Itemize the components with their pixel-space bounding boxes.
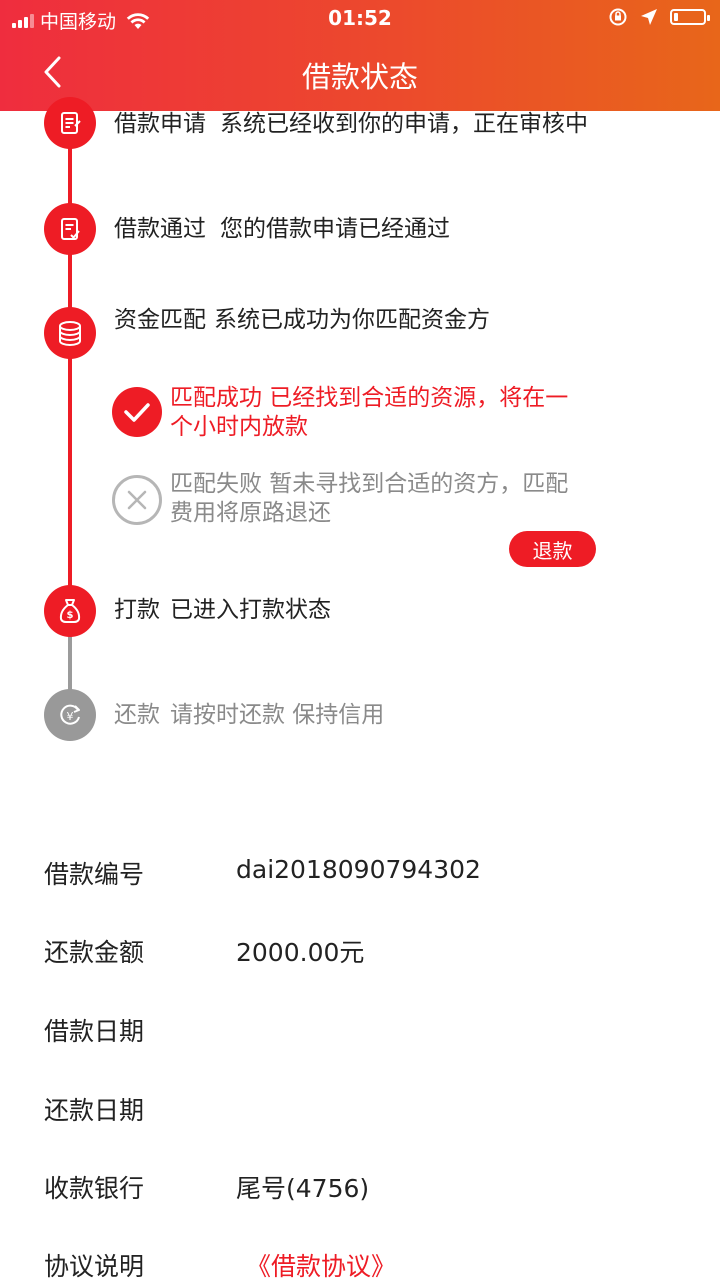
loan-agreement-link[interactable]: 《借款协议》	[246, 1247, 396, 1283]
loan-number-value: dai2018090794302	[236, 855, 481, 884]
receiving-bank-row: 收款银行 尾号(4756)	[0, 1149, 720, 1209]
status-bar: 中国移动 01:52	[0, 0, 720, 36]
status-icons	[608, 7, 710, 27]
loan-number-label: 借款编号	[44, 860, 145, 889]
x-circle-icon	[112, 475, 162, 525]
coins-stack-icon	[44, 307, 96, 359]
step-desc: 请按时还款 保持信用	[170, 702, 385, 728]
step-desc: 系统已成功为你匹配资金方	[214, 307, 490, 333]
receiving-bank-label: 收款银行	[44, 1174, 145, 1203]
timeline-step-repay: 还款 请按时还款 保持信用	[114, 700, 384, 731]
yuan-cycle-icon: ¥	[44, 689, 96, 741]
match-fail-text: 匹配失败 暂未寻找到合适的资方，匹配费用将原路退还	[170, 471, 569, 526]
repay-date-label: 还款日期	[44, 1096, 145, 1125]
page-title: 借款状态	[301, 60, 418, 94]
repay-date-row: 还款日期	[0, 1071, 720, 1131]
loan-progress-timeline: 借款申请 系统已经收到你的申请，正在审核中 借款通过 您的借款申请已经通过 资金匹配…	[0, 97, 720, 771]
timeline-step-disburse: 打款 已进入打款状态	[114, 595, 331, 626]
svg-text:$: $	[67, 610, 74, 621]
application-form-icon	[44, 97, 96, 149]
refund-button[interactable]: 退款	[509, 531, 596, 567]
loan-date-label: 借款日期	[44, 1017, 145, 1046]
nav-bar: 借款状态	[0, 36, 720, 111]
step-status: 还款	[114, 702, 160, 728]
step-status: 借款通过	[114, 216, 206, 242]
battery-level	[674, 13, 678, 21]
step-status: 借款申请	[114, 111, 206, 137]
timeline-step-matching: 资金匹配 系统已成功为你匹配资金方	[114, 305, 504, 336]
money-bag-icon: $	[44, 585, 96, 637]
approved-document-icon	[44, 203, 96, 255]
agreement-label: 协议说明	[44, 1252, 145, 1281]
step-status: 资金匹配	[114, 307, 206, 333]
app-header: 中国移动 01:52 借款状态	[0, 0, 720, 111]
agreement-row: 协议说明 《借款协议》	[0, 1227, 720, 1287]
timeline-step-approved: 借款通过 您的借款申请已经通过	[114, 214, 450, 245]
receiving-bank-value: 尾号(4756)	[236, 1174, 370, 1203]
timeline-step-apply: 借款申请 系统已经收到你的申请，正在审核中	[114, 109, 588, 140]
battery-icon	[670, 9, 710, 25]
match-success-text: 匹配成功 已经找到合适的资源，将在一个小时内放款	[170, 385, 569, 440]
repay-amount-label: 还款金额	[44, 938, 145, 967]
step-desc: 您的借款申请已经通过	[220, 216, 450, 242]
rotation-lock-icon	[609, 8, 627, 26]
loan-number-row: 借款编号 dai2018090794302	[0, 835, 720, 895]
loan-date-row: 借款日期	[0, 992, 720, 1052]
step-desc: 系统已经收到你的申请，正在审核中	[220, 111, 588, 137]
svg-text:¥: ¥	[67, 710, 74, 723]
repay-amount-row: 还款金额 2000.00元	[0, 913, 720, 973]
check-circle-icon	[112, 387, 162, 437]
location-arrow-icon	[641, 9, 657, 25]
step-desc: 已进入打款状态	[170, 597, 331, 623]
step-status: 打款	[114, 597, 160, 623]
repay-amount-value: 2000.00元	[236, 938, 365, 967]
